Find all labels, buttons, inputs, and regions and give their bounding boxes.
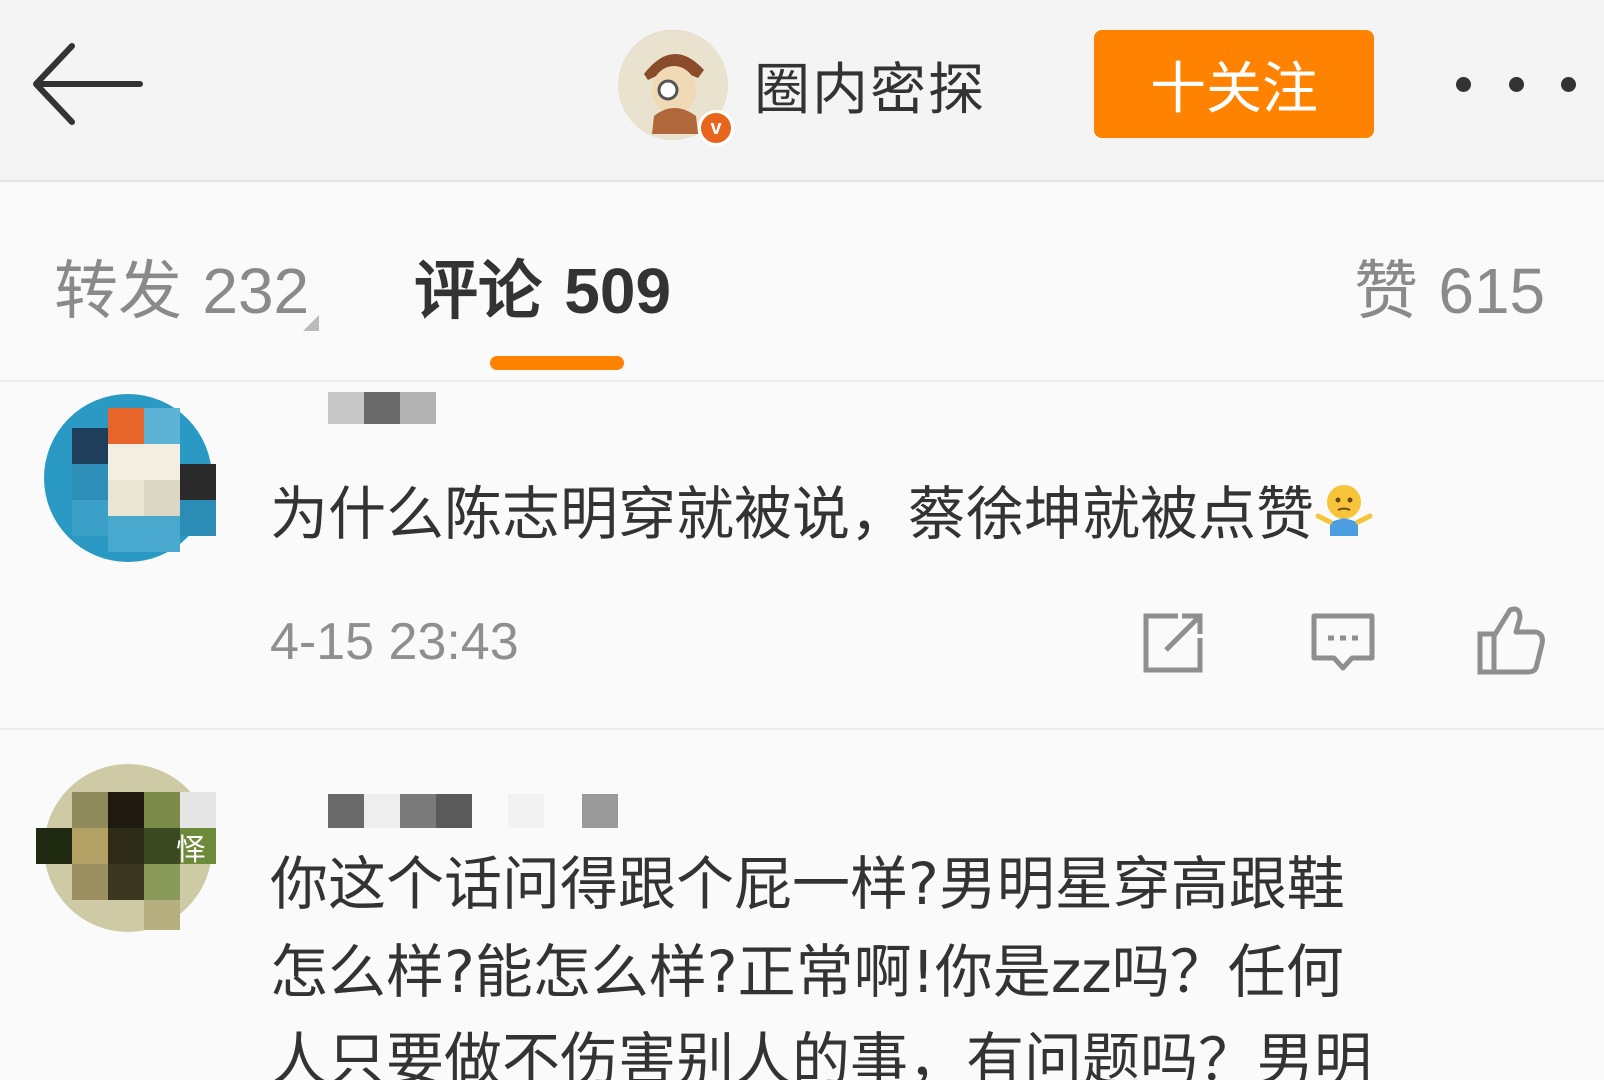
author-avatar[interactable]: v [618, 30, 734, 146]
commenter-avatar[interactable] [36, 388, 220, 572]
commenter-name-redacted[interactable] [328, 792, 618, 832]
redacted-name-icon [328, 392, 436, 424]
tab-comment-count: 509 [564, 255, 672, 327]
more-dot-icon [1561, 76, 1576, 92]
tab-like-label: 赞 [1354, 255, 1418, 329]
tab-like-count: 615 [1438, 255, 1546, 327]
comment-divider [0, 728, 1604, 730]
comment-item: 为什么陈志明穿就被说，蔡徐坤就被点赞 4-15 23:43 [0, 384, 1604, 728]
verified-badge: v [698, 110, 734, 146]
share-button[interactable] [1138, 608, 1208, 678]
more-button[interactable] [1456, 60, 1576, 108]
follow-button[interactable]: 十关注 [1094, 30, 1374, 138]
comment-item: 怿 你这个话问得跟个屁一样?男明星穿高跟鞋 怎么样?能怎么样?正常啊!你是zz吗… [0, 740, 1604, 1080]
back-arrow-icon [33, 43, 143, 125]
pixelated-avatar-icon: 怿 [36, 764, 216, 932]
tab-repost-label: 转发 [54, 255, 182, 329]
corner-indicator-icon [303, 315, 320, 331]
reply-button[interactable] [1308, 608, 1378, 678]
more-dot-icon [1456, 76, 1471, 92]
comment-text: 你这个话问得跟个屁一样?男明星穿高跟鞋 怎么样?能怎么样?正常啊!你是zz吗？任… [270, 840, 1570, 1080]
comment-timestamp: 4-15 23:43 [270, 613, 519, 671]
tab-repost-count: 232 [202, 255, 310, 327]
redacted-name-icon [328, 794, 618, 828]
comment-text-line: 怎么样?能怎么样?正常啊!你是zz吗？任何 [270, 938, 1344, 1006]
share-icon [1143, 613, 1203, 673]
tab-bar: 转发 232 评论 509 赞 615 [0, 184, 1604, 382]
comment-text-line: 人只要做不伤害别人的事，有问题吗？男明 [270, 1026, 1373, 1080]
tab-comment[interactable]: 评论 509 [414, 240, 671, 332]
avatar-caption: 怿 [176, 833, 206, 868]
author-name[interactable]: 圈内密探 [754, 45, 986, 126]
more-dot-icon [1508, 76, 1524, 92]
comment-text-content: 为什么陈志明穿就被说，蔡徐坤就被点赞 [270, 480, 1315, 548]
tab-comment-label: 评论 [414, 255, 542, 329]
active-tab-indicator [490, 356, 624, 370]
shrug-emoji-icon [1315, 485, 1373, 536]
reply-icon [1311, 613, 1375, 671]
author-info[interactable]: v 圈内密探 [618, 30, 986, 146]
back-button[interactable] [28, 38, 148, 132]
commenter-avatar[interactable]: 怿 [36, 756, 220, 940]
like-button[interactable] [1476, 602, 1546, 675]
tab-like[interactable]: 赞 615 [1354, 240, 1545, 332]
comment-text-line: 你这个话问得跟个屁一样?男明星穿高跟鞋 [270, 850, 1345, 918]
top-nav-bar: v 圈内密探 十关注 [0, 0, 1604, 182]
comment-text: 为什么陈志明穿就被说，蔡徐坤就被点赞 [270, 470, 1570, 558]
tab-repost[interactable]: 转发 232 [54, 240, 320, 332]
commenter-name-redacted[interactable] [328, 388, 438, 428]
pixelated-avatar-icon [44, 394, 216, 562]
like-icon [1477, 606, 1545, 675]
